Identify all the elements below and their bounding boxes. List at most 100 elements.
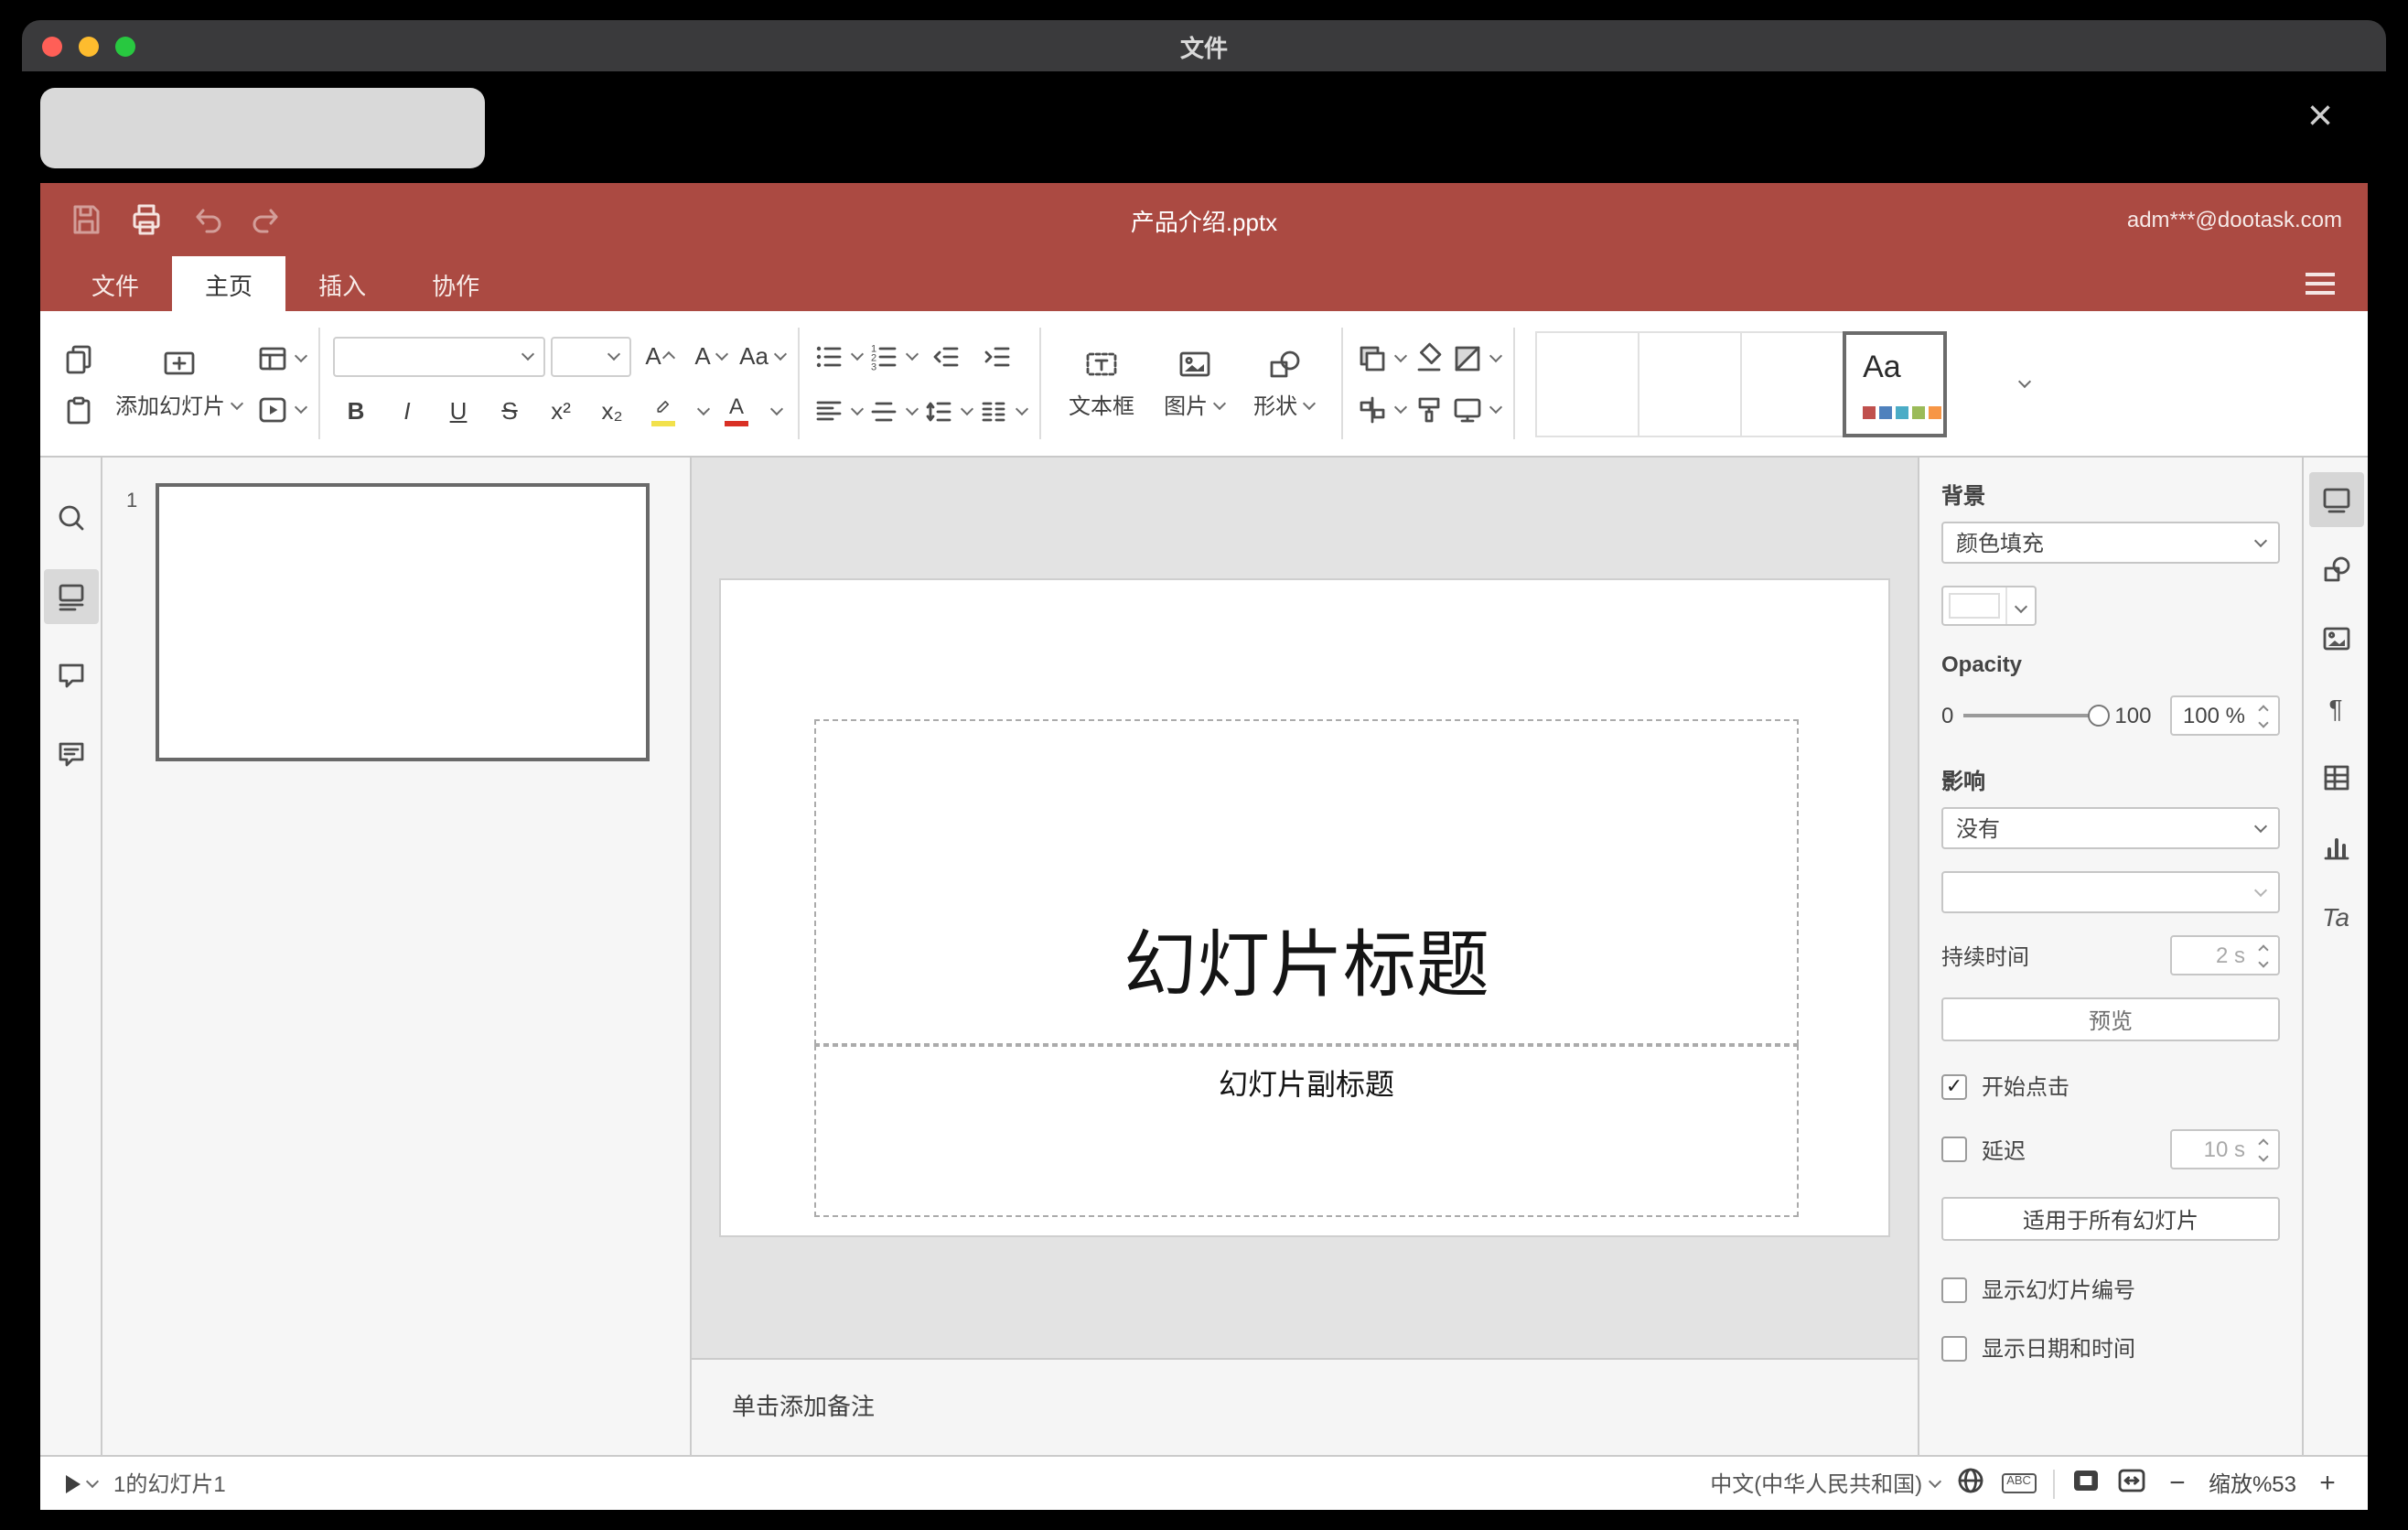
tab-file[interactable]: 文件 xyxy=(59,256,172,311)
increase-font-icon[interactable]: A xyxy=(637,334,683,378)
tab-collaboration[interactable]: 协作 xyxy=(399,256,512,311)
font-name-combo[interactable] xyxy=(333,336,546,376)
table-settings-icon[interactable] xyxy=(2308,750,2363,805)
slide-settings-icon[interactable] xyxy=(2308,472,2363,527)
slide-canvas[interactable]: 幻灯片标题 幻灯片副标题 xyxy=(719,578,1890,1237)
delay-label: 延迟 xyxy=(1982,1137,2026,1163)
theme-option-2[interactable] xyxy=(1638,330,1743,436)
spinner-arrows[interactable] xyxy=(2252,704,2278,727)
hamburger-menu-icon[interactable] xyxy=(2306,273,2335,295)
theme-gallery-expand-icon[interactable] xyxy=(2000,330,2040,436)
strikethrough-button[interactable]: S xyxy=(487,389,532,433)
comments-icon[interactable] xyxy=(43,648,98,703)
line-spacing-icon[interactable] xyxy=(922,389,974,433)
duration-spinner[interactable]: 2 s xyxy=(2170,935,2280,975)
theme-option-1[interactable] xyxy=(1535,330,1640,436)
zoom-in-button[interactable]: + xyxy=(2313,1468,2342,1499)
dialog-close-button[interactable]: × xyxy=(2295,92,2346,143)
font-color-button[interactable]: A xyxy=(714,389,759,433)
document-language-icon[interactable] xyxy=(1955,1466,1984,1501)
increase-indent-icon[interactable] xyxy=(973,334,1019,378)
spinner-arrows[interactable] xyxy=(2252,943,2278,967)
theme-option-selected[interactable]: Aa xyxy=(1843,330,1948,436)
change-case-button[interactable]: Aa xyxy=(739,334,788,378)
columns-icon[interactable] xyxy=(977,389,1029,433)
superscript-button[interactable]: x² xyxy=(538,389,584,433)
color-picker-arrow-icon[interactable] xyxy=(2005,587,2035,624)
redo-icon[interactable] xyxy=(247,199,287,240)
slide-size-icon[interactable] xyxy=(1451,387,1503,431)
subtitle-placeholder[interactable]: 幻灯片副标题 xyxy=(814,1045,1799,1217)
print-icon[interactable] xyxy=(126,199,167,240)
opacity-spinner[interactable]: 100 % xyxy=(2170,695,2280,736)
language-selector[interactable]: 中文(中华人民共和国) xyxy=(1710,1468,1941,1499)
tab-home[interactable]: 主页 xyxy=(172,256,286,311)
textart-settings-icon[interactable]: Ta xyxy=(2308,889,2363,944)
show-date-time-checkbox[interactable] xyxy=(1941,1335,1967,1361)
title-placeholder[interactable]: 幻灯片标题 xyxy=(814,719,1799,1045)
close-window-button[interactable] xyxy=(42,36,62,56)
effect-variant-select[interactable] xyxy=(1941,871,2280,913)
start-on-click-checkbox[interactable]: ✓ xyxy=(1941,1073,1967,1099)
preview-button[interactable]: 预览 xyxy=(1941,997,2280,1041)
bullet-list-icon[interactable] xyxy=(812,334,865,378)
slide-layout-icon[interactable] xyxy=(256,336,308,380)
chart-settings-icon[interactable] xyxy=(2308,820,2363,875)
delay-spinner[interactable]: 10 s xyxy=(2170,1129,2280,1169)
font-size-combo[interactable] xyxy=(551,336,632,376)
save-icon[interactable] xyxy=(66,199,106,240)
vertical-align-icon[interactable] xyxy=(867,389,919,433)
highlight-color-button[interactable] xyxy=(640,389,686,433)
italic-button[interactable]: I xyxy=(384,389,430,433)
numbered-list-icon[interactable]: 123 xyxy=(867,334,919,378)
fit-to-slide-icon[interactable] xyxy=(2071,1466,2101,1501)
spellcheck-icon[interactable]: ABC xyxy=(2001,1473,2037,1493)
feedback-icon[interactable] xyxy=(43,727,98,781)
theme-color-strip xyxy=(1863,405,1942,418)
search-icon[interactable] xyxy=(43,490,98,545)
tab-insert[interactable]: 插入 xyxy=(285,256,399,311)
notes-area[interactable]: 单击添加备注 xyxy=(692,1358,1918,1455)
insert-shape-button[interactable]: 形状 xyxy=(1239,311,1328,456)
delay-checkbox[interactable] xyxy=(1941,1137,1967,1162)
horizontal-align-icon[interactable] xyxy=(812,389,865,433)
insert-image-button[interactable]: 图片 xyxy=(1149,311,1239,456)
window-title: 文件 xyxy=(1179,34,1228,61)
decrease-font-icon[interactable]: A xyxy=(688,334,734,378)
copy-style-icon[interactable] xyxy=(1405,387,1451,431)
effect-select[interactable]: 没有 xyxy=(1941,807,2280,849)
show-slide-number-checkbox[interactable] xyxy=(1941,1277,1967,1302)
image-settings-icon[interactable] xyxy=(2308,611,2363,666)
opacity-slider-thumb[interactable] xyxy=(2087,705,2110,727)
arrange-shapes-icon[interactable] xyxy=(1356,336,1408,380)
slide-thumbnail[interactable] xyxy=(156,483,650,761)
shape-fill-icon[interactable] xyxy=(1451,336,1503,380)
start-slideshow-icon[interactable] xyxy=(256,387,308,431)
paste-icon[interactable] xyxy=(55,387,101,431)
maximize-window-button[interactable] xyxy=(115,36,135,56)
start-preview-button[interactable] xyxy=(66,1474,100,1492)
spinner-arrows[interactable] xyxy=(2252,1137,2278,1161)
underline-button[interactable]: U xyxy=(435,389,481,433)
undo-icon[interactable] xyxy=(187,199,227,240)
slides-panel-icon[interactable] xyxy=(43,569,98,624)
theme-option-3[interactable] xyxy=(1740,330,1845,436)
bold-button[interactable]: B xyxy=(333,389,379,433)
clear-style-icon[interactable] xyxy=(1405,336,1451,380)
opacity-slider[interactable] xyxy=(1962,705,2110,727)
zoom-out-button[interactable]: − xyxy=(2163,1468,2192,1499)
insert-textbox-button[interactable]: 文本框 xyxy=(1054,311,1149,456)
fit-to-width-icon[interactable] xyxy=(2117,1466,2146,1501)
fill-color-picker[interactable] xyxy=(1941,586,2037,626)
add-slide-button[interactable]: 添加幻灯片 xyxy=(101,311,256,456)
minimize-window-button[interactable] xyxy=(79,36,99,56)
subscript-button[interactable]: x₂ xyxy=(589,389,635,433)
decrease-indent-icon[interactable] xyxy=(922,334,968,378)
background-fill-select[interactable]: 颜色填充 xyxy=(1941,522,2280,564)
copy-icon[interactable] xyxy=(55,336,101,380)
title-text: 幻灯片标题 xyxy=(1123,926,1489,1007)
align-shapes-icon[interactable] xyxy=(1356,387,1408,431)
shape-settings-icon[interactable] xyxy=(2308,542,2363,597)
apply-to-all-slides-button[interactable]: 适用于所有幻灯片 xyxy=(1941,1197,2280,1241)
paragraph-settings-icon[interactable]: ¶ xyxy=(2308,681,2363,736)
